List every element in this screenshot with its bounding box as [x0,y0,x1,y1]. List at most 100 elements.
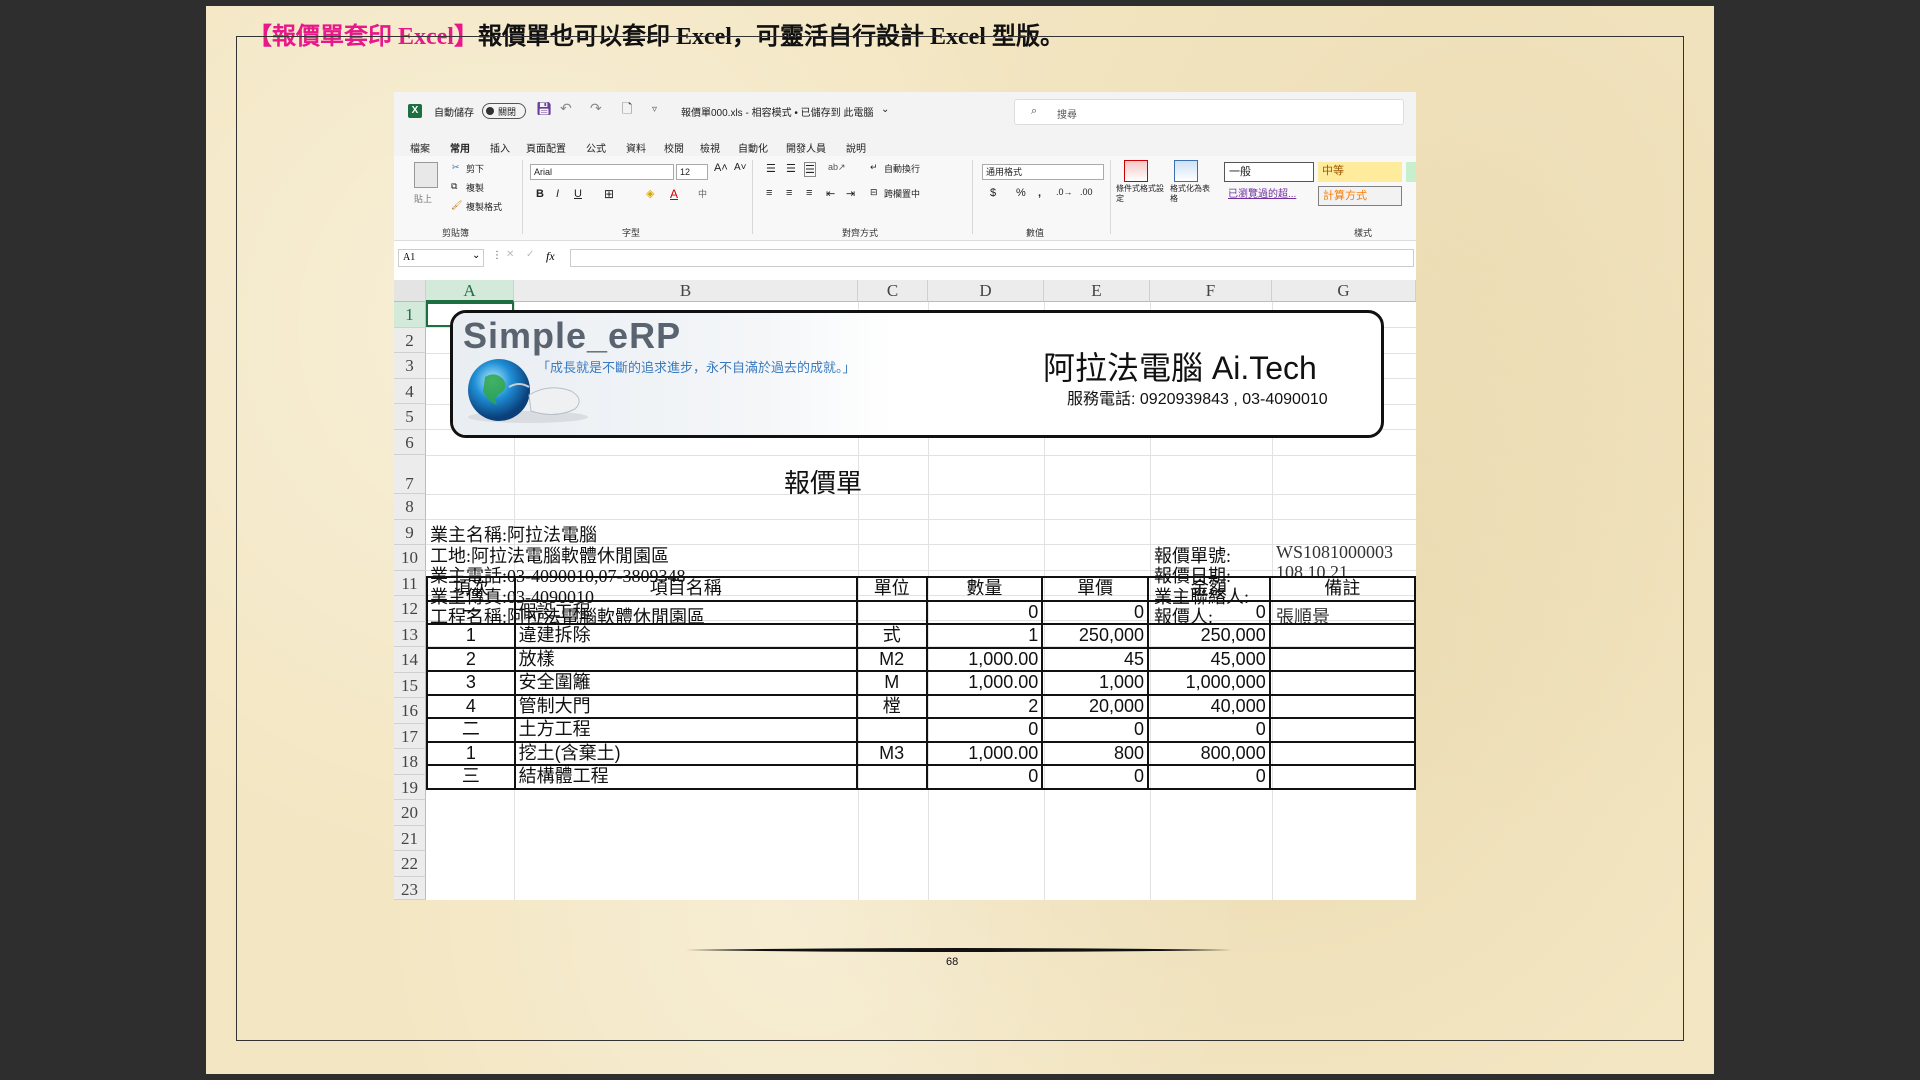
tab-page-layout[interactable]: 頁面配置 [526,140,566,155]
row-header[interactable]: 18 [394,749,426,775]
align-top-icon[interactable]: ☰ [766,162,776,175]
cell-remarks[interactable] [1268,670,1416,696]
row-header[interactable]: 23 [394,876,426,900]
font-size-select[interactable]: 12 [676,164,708,180]
decrease-font-icon[interactable]: A˅ [734,162,747,173]
row-header[interactable]: 22 [394,851,426,877]
cell-quantity[interactable]: 0 [925,764,1044,790]
row-header[interactable]: 6 [394,429,426,455]
new-file-icon[interactable]: 🗋 [622,100,632,122]
cell-item-no[interactable]: 3 [426,670,516,696]
wrap-text-icon[interactable]: ↵ [870,162,878,173]
column-header-d[interactable]: D [928,280,1044,302]
style-followed-hyperlink[interactable]: 已瀏覽過的超... [1224,186,1314,206]
tab-view[interactable]: 檢視 [700,140,720,155]
cell-remarks[interactable] [1268,764,1416,790]
qat-customize-icon[interactable]: ▿ [652,104,657,115]
cell-item-name[interactable]: 土方工程 [513,717,858,743]
cell-item-name[interactable]: 違建拆除 [513,623,858,649]
window-title[interactable]: 報價單000.xls - 相容模式 • 已儲存到 此電腦 [681,104,873,119]
font-color-icon[interactable]: A [670,187,678,201]
column-header-f[interactable]: F [1150,280,1272,302]
increase-font-icon[interactable]: A˄ [714,162,728,174]
row-header[interactable]: 13 [394,621,426,647]
align-center-icon[interactable]: ≡ [786,187,792,199]
cell-item-name[interactable]: 安全圍籬 [513,670,858,696]
currency-icon[interactable]: $ [990,187,996,199]
percent-icon[interactable]: % [1016,187,1026,199]
row-header[interactable]: 16 [394,698,426,724]
row-header[interactable]: 3 [394,353,426,379]
column-header-b[interactable]: B [514,280,858,302]
cell-remarks[interactable] [1268,717,1416,743]
conditional-format-icon[interactable] [1124,160,1148,182]
formula-input[interactable] [570,249,1414,267]
redo-icon[interactable]: ↷ [590,100,602,117]
cell-item-name[interactable]: 放樣 [513,646,858,672]
borders-icon[interactable]: ⊞ [604,187,614,201]
row-header[interactable]: 9 [394,519,426,545]
select-all-corner[interactable] [394,280,426,302]
cell-amount[interactable]: 0 [1147,717,1271,743]
cell-unit-price[interactable]: 0 [1041,599,1149,625]
orientation-icon[interactable]: ab↗ [828,162,846,173]
row-header[interactable]: 14 [394,647,426,673]
search-box[interactable]: ⌕ 搜尋 [1014,99,1404,125]
cell-unit[interactable]: 樘 [855,693,928,719]
decrease-decimal-icon[interactable]: .00 [1080,187,1093,197]
tab-developer[interactable]: 開發人員 [786,140,826,155]
decrease-indent-icon[interactable]: ⇤ [826,187,835,200]
cell-item-no[interactable]: 1 [426,623,516,649]
row-header[interactable]: 2 [394,327,426,353]
increase-decimal-icon[interactable]: .0→ [1056,187,1073,197]
undo-icon[interactable]: ↶ [560,100,572,117]
format-as-table-icon[interactable] [1174,160,1198,182]
cell-amount[interactable]: 250,000 [1147,623,1271,649]
enter-icon[interactable]: ✓ [526,249,534,260]
cell-unit-price[interactable]: 20,000 [1041,693,1149,719]
row-header[interactable]: 11 [394,570,426,596]
align-middle-icon[interactable]: ☰ [786,162,796,175]
cell-amount[interactable]: 40,000 [1147,693,1271,719]
format-painter-button[interactable]: 複製格式 [466,200,502,213]
tab-formulas[interactable]: 公式 [586,140,606,155]
insert-function-icon[interactable]: fx [546,249,555,264]
cell-item-name[interactable]: 結構體工程 [513,764,858,790]
cell-item-name[interactable]: 挖土(含棄土) [513,740,858,766]
cell-unit[interactable]: M [855,670,928,696]
increase-indent-icon[interactable]: ⇥ [846,187,855,200]
italic-icon[interactable]: I [556,188,559,200]
cell-unit-price[interactable]: 1,000 [1041,670,1149,696]
cell-amount[interactable]: 0 [1147,599,1271,625]
align-right-icon[interactable]: ≡ [806,187,812,199]
align-left-icon[interactable]: ≡ [766,187,772,199]
column-header-g[interactable]: G [1272,280,1416,302]
copy-button[interactable]: 複製 [466,181,484,194]
cell-item-no[interactable]: 三 [426,764,516,790]
cell-unit[interactable]: M2 [855,646,928,672]
cell-unit[interactable] [855,599,928,625]
cell-amount[interactable]: 800,000 [1147,740,1271,766]
cell-item-name[interactable]: 假設工程 [513,599,858,625]
merge-center-button[interactable]: 跨欄置中 [884,187,920,200]
row-header[interactable]: 12 [394,596,426,622]
cell-quantity[interactable]: 2 [925,693,1044,719]
row-header[interactable]: 19 [394,774,426,800]
cell-remarks[interactable] [1268,646,1416,672]
style-neutral[interactable]: 中等 [1318,162,1402,182]
tab-insert[interactable]: 插入 [490,140,510,155]
cell-unit-price[interactable]: 0 [1041,717,1149,743]
underline-icon[interactable]: U [574,188,582,200]
copy-icon[interactable]: ⧉ [451,181,457,192]
phonetic-icon[interactable]: 中 [698,187,707,200]
cut-button[interactable]: 剪下 [466,162,484,175]
tab-automate[interactable]: 自動化 [738,140,768,155]
cell-quantity[interactable]: 1 [925,623,1044,649]
cell-remarks[interactable] [1268,623,1416,649]
title-chevron-down-icon[interactable]: ⌄ [881,104,889,115]
autosave-toggle[interactable]: 關閉 [482,103,526,119]
cell-unit-price[interactable]: 250,000 [1041,623,1149,649]
row-header[interactable]: 1 [394,302,426,328]
cell-remarks[interactable] [1268,740,1416,766]
cell-item-no[interactable]: 1 [426,740,516,766]
